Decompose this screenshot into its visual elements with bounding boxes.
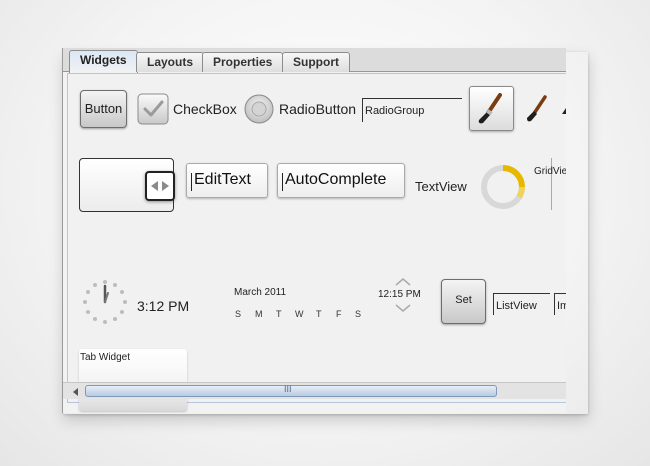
text-cursor xyxy=(282,173,283,191)
progressbar-widget[interactable] xyxy=(478,162,528,212)
imageview-widget[interactable] xyxy=(521,91,556,126)
horizontal-scrollbar[interactable]: III xyxy=(63,382,566,399)
widgets-panel: Button CheckBox RadioButton RadioGroup E… xyxy=(67,73,566,411)
autocomplete-widget[interactable]: AutoComplete xyxy=(277,163,405,198)
set-button[interactable]: Set xyxy=(441,279,486,324)
paintbrush-icon xyxy=(478,93,502,124)
tab-properties[interactable]: Properties xyxy=(202,52,284,72)
datepicker-widget[interactable]: March 2011 S M T W T F S xyxy=(234,287,374,323)
weekday-label: T xyxy=(316,309,322,319)
tab-widgets[interactable]: Widgets xyxy=(69,50,138,73)
radiobutton-label: RadioButton xyxy=(279,101,357,117)
designer-window: Widgets Layouts Properties Support Butto… xyxy=(62,48,566,413)
timepicker-widget[interactable]: 12:15 PM xyxy=(376,277,426,317)
scrollbar-thumb[interactable]: III xyxy=(85,384,497,397)
spinner-icon xyxy=(481,165,525,209)
checkbox-widget[interactable] xyxy=(137,93,169,125)
truncated-widget xyxy=(562,102,566,114)
gallery-widget[interactable] xyxy=(79,158,175,212)
gallery-arrows[interactable] xyxy=(145,171,175,201)
left-right-arrows-icon xyxy=(151,181,169,191)
palette-tabbar: Widgets Layouts Properties Support xyxy=(63,48,566,73)
text-cursor xyxy=(191,173,192,191)
scroll-left-icon[interactable] xyxy=(69,385,83,399)
listview-widget[interactable]: ListView xyxy=(493,293,550,315)
tabwidget-label: Tab Widget xyxy=(80,352,131,363)
digital-clock-widget[interactable]: 3:12 PM xyxy=(137,298,189,314)
radio-icon xyxy=(244,94,274,124)
gridview-widget[interactable]: GridVie xyxy=(534,158,566,210)
gridview-label: GridVie xyxy=(534,166,566,177)
autocomplete-label: AutoComplete xyxy=(285,171,387,188)
imagebutton-widget[interactable] xyxy=(469,86,514,131)
radiogroup-label: RadioGroup xyxy=(365,105,425,117)
edittext-widget[interactable]: EditText xyxy=(186,163,268,198)
chevron-up-icon xyxy=(395,278,411,286)
weekday-label: S xyxy=(235,309,242,319)
paintbrush-icon xyxy=(527,95,547,122)
edittext-label: EditText xyxy=(194,171,251,188)
tab-layouts[interactable]: Layouts xyxy=(136,52,205,72)
weekday-label: T xyxy=(276,309,282,319)
chevron-down-icon xyxy=(395,304,411,312)
checkbox-label: CheckBox xyxy=(173,101,237,117)
listview-label: ListView xyxy=(496,300,537,312)
clock-icon xyxy=(83,280,127,324)
weekday-label: F xyxy=(336,309,342,319)
checkbox-icon xyxy=(137,93,169,125)
scrollbar-grip: III xyxy=(284,384,292,394)
tab-support[interactable]: Support xyxy=(282,52,350,72)
timepicker-value: 12:15 PM xyxy=(378,289,421,300)
weekday-label: S xyxy=(355,309,362,319)
imageview-list-widget[interactable]: Im xyxy=(554,293,566,315)
analog-clock-widget[interactable] xyxy=(81,278,129,326)
weekday-label: W xyxy=(295,309,304,319)
triangle-icon xyxy=(562,108,566,114)
radiobutton-widget[interactable] xyxy=(243,93,275,125)
imageview-label: Im xyxy=(557,300,566,312)
textview-widget[interactable]: TextView xyxy=(415,179,467,194)
radiogroup-widget[interactable]: RadioGroup xyxy=(362,98,462,122)
datepicker-month: March 2011 xyxy=(234,287,287,298)
weekday-label: M xyxy=(255,309,263,319)
button-widget[interactable]: Button xyxy=(80,90,127,128)
tabwidget-widget[interactable]: Tab Widget xyxy=(79,349,187,411)
